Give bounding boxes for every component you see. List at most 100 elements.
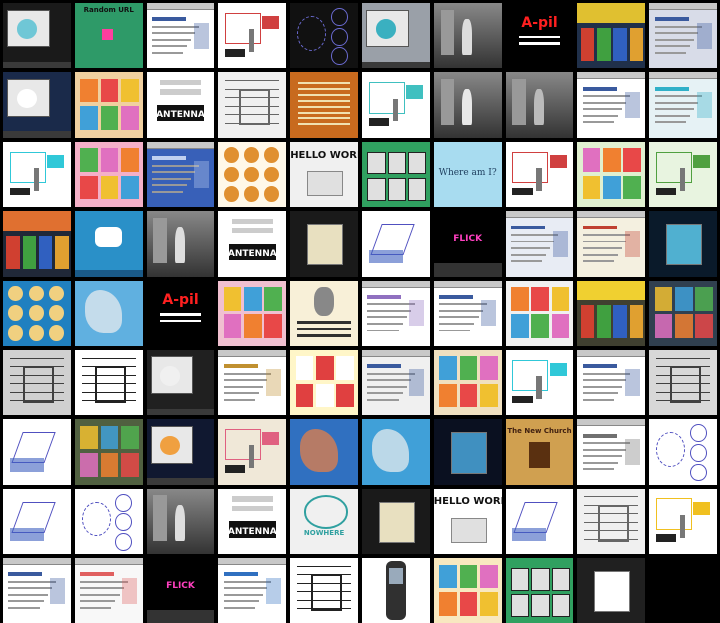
tile-browser-panel[interactable]: [577, 211, 646, 277]
tile-flick-2[interactable]: FLICK: [146, 558, 215, 623]
tile-church-dark[interactable]: [146, 349, 215, 416]
tile-purple-page[interactable]: [362, 280, 430, 346]
tile-grayscale-room-1[interactable]: [433, 3, 502, 69]
tile-desktop-drawing-3[interactable]: [505, 349, 574, 416]
tile-browser-form-1[interactable]: [649, 3, 717, 69]
tile-colorful-page[interactable]: [505, 280, 574, 346]
tile-color-blocks-4[interactable]: [433, 558, 502, 623]
tile-circle-diagram-3[interactable]: [74, 488, 143, 554]
tile-desktop-figure[interactable]: [362, 72, 430, 138]
color-block: [439, 564, 457, 589]
tile-portrait-page[interactable]: [290, 280, 358, 346]
tile-desktop-yellow[interactable]: [649, 488, 717, 554]
tile-3d-sketch-4[interactable]: [505, 488, 574, 554]
tile-flag-diagram-2[interactable]: [505, 141, 574, 208]
tile-browser-blue[interactable]: [218, 558, 287, 623]
tile-dark-screen[interactable]: [290, 211, 358, 277]
tile-desktop-paint[interactable]: [218, 419, 287, 485]
tile-desktop-drawing-2[interactable]: [3, 141, 71, 208]
tile-rainbow-paint[interactable]: [74, 419, 143, 485]
tile-green-windows[interactable]: [362, 141, 430, 208]
text-line: [654, 121, 686, 124]
tile-a-pil-1[interactable]: A-pil: [505, 3, 574, 69]
tile-hello-world-2[interactable]: HELLO WORLD: [433, 488, 502, 554]
tile-new-church[interactable]: The New Church: [505, 419, 574, 485]
tile-empty[interactable]: [649, 558, 717, 623]
tile-3d-sketch-2[interactable]: [3, 419, 71, 485]
text-line: [223, 607, 255, 609]
tile-browser-teal[interactable]: [649, 72, 717, 138]
heading-bar: [223, 364, 258, 369]
tile-grayscale-figure-2[interactable]: [146, 488, 215, 554]
tile-rainbow-grid[interactable]: [649, 280, 717, 346]
tile-browser-dark[interactable]: [577, 558, 646, 623]
tile-browser-page-1[interactable]: [577, 72, 646, 138]
tile-desktop-green[interactable]: [649, 141, 717, 208]
tile-desktop-logo[interactable]: [74, 211, 143, 277]
tile-grayscale-figure[interactable]: [146, 211, 215, 277]
tile-green-windows-2[interactable]: [505, 558, 574, 623]
tile-flick-1[interactable]: FLICK: [433, 211, 502, 277]
tile-browser-page-5[interactable]: [577, 419, 646, 485]
tile-browser-doc-1[interactable]: [146, 3, 215, 69]
tile-random-url[interactable]: Random URL: [74, 3, 143, 69]
tile-blue-paint-2[interactable]: [290, 419, 358, 485]
tile-welcome-antenna-1[interactable]: ANTENNA: [146, 72, 215, 138]
tile-browser-page-4[interactable]: [577, 349, 646, 416]
tile-building-sketch[interactable]: [74, 349, 143, 416]
tile-welcome-antenna-3[interactable]: ANTENNA: [218, 488, 287, 554]
welcome-line: [231, 218, 273, 225]
tile-color-blocks-1[interactable]: [74, 72, 143, 138]
tile-dark-figure-2[interactable]: [433, 419, 502, 485]
tile-city-night[interactable]: [146, 419, 215, 485]
tile-desktop-city[interactable]: [3, 72, 71, 138]
circle-node: [689, 463, 707, 482]
tile-browser-form-2[interactable]: [505, 211, 574, 277]
tile-welcome-antenna-2[interactable]: ANTENNA: [218, 211, 287, 277]
tile-desktop-map[interactable]: [362, 3, 430, 69]
tile-pink-grid[interactable]: [218, 280, 287, 346]
tile-phone[interactable]: [362, 558, 430, 623]
tile-browser-figure[interactable]: [74, 558, 143, 623]
tile-desktop-drawing-1[interactable]: [3, 3, 71, 69]
tile-circle-diagram-1[interactable]: [290, 3, 358, 69]
tile-storefront-2[interactable]: [3, 211, 71, 277]
tile-yellow-grid[interactable]: [290, 349, 358, 416]
tile-browser-page-3[interactable]: [218, 349, 287, 416]
tile-blue-paint-3[interactable]: [362, 419, 430, 485]
tile-browser-page-2[interactable]: [433, 280, 502, 346]
tile-scan-doc-2[interactable]: [577, 488, 646, 554]
sign: [577, 280, 646, 301]
tile-circle-diagram-2[interactable]: [649, 419, 717, 485]
tile-browser-form-3[interactable]: [362, 349, 430, 416]
tile-sofa-scan[interactable]: [3, 349, 71, 416]
tile-dark-screen-2[interactable]: [362, 488, 430, 554]
tile-where-am-i[interactable]: Where am I?: [433, 141, 502, 208]
tile-color-blocks-3[interactable]: [433, 349, 502, 416]
tile-color-blocks-2[interactable]: [577, 141, 646, 208]
tile-a-pil-2[interactable]: A-pil: [146, 280, 215, 346]
tile-blue-paint[interactable]: [74, 280, 143, 346]
tile-3d-sketch-3[interactable]: [3, 488, 71, 554]
tile-pink-collage[interactable]: [74, 141, 143, 208]
text-line: [298, 82, 350, 85]
tile-orange-doc[interactable]: [290, 72, 358, 138]
tile-scan-doc-1[interactable]: [218, 72, 287, 138]
tile-grayscale-room-2[interactable]: [433, 72, 502, 138]
tile-hello-world-1[interactable]: HELLO WORLD: [290, 141, 358, 208]
tile-caption: HELLO WORLD: [290, 149, 358, 161]
tile-storefront-1[interactable]: [577, 3, 646, 69]
tile-faces-blue[interactable]: [3, 280, 71, 346]
tile-3d-sketch-1[interactable]: [362, 211, 430, 277]
tile-nowhere[interactable]: NOWHERE: [290, 488, 358, 554]
tile-faces-grid[interactable]: [218, 141, 287, 208]
tile-sofa-scan-2[interactable]: [649, 349, 717, 416]
tile-grayscale-hall[interactable]: [505, 72, 574, 138]
text-line: [8, 607, 40, 609]
tile-browser-text[interactable]: [3, 558, 71, 623]
tile-dark-figure[interactable]: [649, 211, 717, 277]
tile-school-photo[interactable]: [577, 280, 646, 346]
tile-blue-form[interactable]: [146, 141, 215, 208]
tile-maze-sketch[interactable]: [290, 558, 358, 623]
tile-flag-diagram[interactable]: [218, 3, 287, 69]
